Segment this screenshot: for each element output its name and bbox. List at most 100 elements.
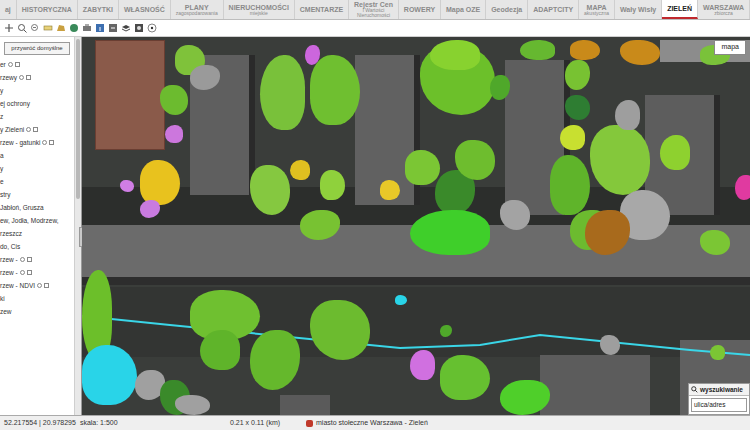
tree-canopy[interactable] [310,300,370,360]
tab[interactable]: aj [0,0,17,19]
tree-canopy[interactable] [190,65,220,90]
tree-canopy[interactable] [710,345,725,360]
tree-canopy[interactable] [300,210,340,240]
tree-canopy[interactable] [395,295,407,305]
info-icon[interactable] [19,75,24,80]
tree-canopy[interactable] [82,345,137,405]
tree-canopy[interactable] [455,140,495,180]
tree-canopy[interactable] [320,170,345,200]
reset-button[interactable]: przywróć domyślne [4,42,70,55]
tab[interactable]: Geodezja [486,0,528,19]
layer-checkbox[interactable] [33,127,38,132]
layer-item[interactable]: rzew - NDVI [0,279,74,292]
area-icon[interactable] [56,23,66,33]
info-icon[interactable] [20,270,25,275]
info-icon[interactable] [8,62,13,67]
tab[interactable]: WŁASNOŚĆ [119,0,171,19]
tab[interactable]: PLANYzagospodarowania [171,0,224,19]
layer-item[interactable]: rzew - gatunki [0,136,74,149]
tree-canopy[interactable] [200,330,240,370]
layer-item[interactable]: ki [0,292,74,305]
tab[interactable]: MAPAakustyczna [579,0,615,19]
layer-item[interactable]: Jabłoń, Grusza [0,201,74,214]
tree-canopy[interactable] [500,200,530,230]
tree-canopy[interactable] [550,155,590,215]
search-icon[interactable] [691,386,698,393]
info-icon[interactable] [37,283,42,288]
tree-canopy[interactable] [260,55,305,130]
tree-canopy[interactable] [500,380,550,415]
globe-icon[interactable] [69,23,79,33]
tree-canopy[interactable] [440,355,490,400]
layer-item[interactable]: rzeszcz [0,227,74,240]
layer-item[interactable]: ej ochrony [0,97,74,110]
tree-canopy[interactable] [520,40,555,60]
tree-canopy[interactable] [410,350,435,380]
tab[interactable]: Rejestr Ceni WartościNieruchomości [349,0,399,19]
layer-checkbox[interactable] [27,257,32,262]
info-icon[interactable] [20,257,25,262]
tab[interactable]: Wały Wisły [615,0,662,19]
tree-canopy[interactable] [250,330,300,390]
tree-canopy[interactable] [290,160,310,180]
link-icon[interactable] [108,23,118,33]
ruler-icon[interactable] [43,23,53,33]
tree-canopy[interactable] [410,210,490,255]
tab[interactable]: ZABYTKI [78,0,119,19]
map-view[interactable]: mapa wyszukiwanieulica/adres [82,37,750,415]
tree-canopy[interactable] [560,125,585,150]
layer-checkbox[interactable] [44,283,49,288]
tab[interactable]: ADAPTCITY [528,0,579,19]
layer-checkbox[interactable] [27,270,32,275]
layer-item[interactable]: y [0,162,74,175]
tab[interactable]: NIERUCHOMOŚCImiejskie [224,0,295,19]
layer-checkbox[interactable] [49,140,54,145]
layer-item[interactable]: ew, Jodła, Modrzew, [0,214,74,227]
tree-canopy[interactable] [700,230,730,255]
tree-canopy[interactable] [120,180,134,192]
tree-canopy[interactable] [590,125,650,195]
layer-item[interactable]: stry [0,188,74,201]
tree-canopy[interactable] [140,160,180,205]
tree-canopy[interactable] [250,165,290,215]
pan-icon[interactable] [4,23,14,33]
address-field[interactable]: ulica/adres [691,398,747,412]
tree-canopy[interactable] [160,85,188,115]
tab[interactable]: Mapa OZE [441,0,486,19]
tree-canopy[interactable] [440,325,452,337]
tree-canopy[interactable] [585,210,630,255]
layer-item[interactable]: e [0,175,74,188]
tree-canopy[interactable] [165,125,183,143]
print-icon[interactable] [82,23,92,33]
tab[interactable]: ROWERY [399,0,441,19]
tree-canopy[interactable] [565,60,590,90]
info-icon[interactable] [42,140,47,145]
layers-icon[interactable] [121,23,131,33]
tab[interactable]: CMENTARZE [295,0,349,19]
radiation-icon[interactable] [147,23,157,33]
tree-canopy[interactable] [490,75,510,100]
layer-item[interactable]: rzew - [0,253,74,266]
zoom-out-icon[interactable] [30,23,40,33]
tree-canopy[interactable] [600,335,620,355]
zoom-in-icon[interactable] [17,23,27,33]
tab[interactable]: HISTORYCZNA [17,0,78,19]
info-icon[interactable] [26,127,31,132]
layer-item[interactable]: er [0,58,74,71]
tab[interactable]: ZIELEŃ [662,0,698,19]
layer-checkbox[interactable] [26,75,31,80]
layer-item[interactable]: zew [0,305,74,318]
help-icon[interactable] [134,23,144,33]
map-button[interactable]: mapa [714,40,746,55]
info-icon[interactable] [95,23,105,33]
tree-canopy[interactable] [570,40,600,60]
layer-item[interactable]: y Zieleni [0,123,74,136]
layer-item[interactable]: rzewy [0,71,74,84]
layer-checkbox[interactable] [15,62,20,67]
tree-canopy[interactable] [620,40,660,65]
layer-item[interactable]: do, Cis [0,240,74,253]
tree-canopy[interactable] [660,135,690,170]
tree-canopy[interactable] [310,55,360,125]
tree-canopy[interactable] [405,150,440,185]
tree-canopy[interactable] [380,180,400,200]
